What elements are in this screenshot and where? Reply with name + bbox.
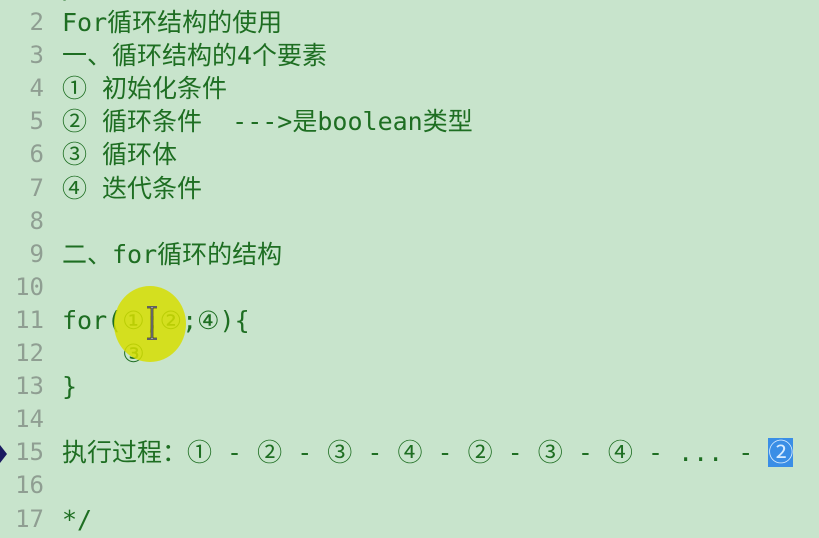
line-number: 5 [29, 107, 44, 136]
line-text[interactable]: ③ 循环体 [62, 138, 177, 171]
code-line[interactable]: 16 [0, 469, 819, 502]
code-line[interactable]: 7 ④ 迭代条件 [0, 172, 819, 205]
line-content: ③ 循环体 [62, 140, 178, 170]
line-content: /* [62, 0, 92, 4]
line-number: 6 [29, 140, 44, 169]
line-number: 14 [15, 405, 44, 434]
line-text[interactable]: ① 初始化条件 [62, 72, 227, 105]
code-line[interactable]: 14 [0, 403, 819, 436]
code-line[interactable]: 3 一、循环结构的4个要素 [0, 39, 819, 72]
code-line[interactable]: 2 For循环结构的使用 [0, 6, 819, 39]
line-number: 12 [15, 339, 44, 368]
line-number: 7 [29, 173, 44, 202]
line-number: 17 [15, 504, 44, 533]
line-number: 4 [29, 74, 44, 103]
code-editor[interactable]: 1/*2For循环结构的使用3一、循环结构的4个要素4① 初始化条件5② 循环条… [0, 0, 819, 536]
code-line[interactable]: 4 ① 初始化条件 [0, 72, 819, 105]
line-number: 2 [29, 8, 44, 37]
line-content: ① 初始化条件 [62, 74, 228, 104]
line-content: 一、循环结构的4个要素 [62, 41, 328, 71]
code-line[interactable]: 15 执行过程：① - ② - ③ - ④ - ② - ③ - ④ - ... -… [0, 436, 819, 469]
line-content: For循环结构的使用 [62, 8, 283, 38]
line-text[interactable]: ④ 迭代条件 [62, 172, 202, 205]
line-text[interactable]: 二、for循环的结构 [62, 238, 282, 271]
line-number: 8 [29, 206, 44, 235]
line-number: 10 [15, 272, 44, 301]
line-text[interactable]: 一、循环结构的4个要素 [62, 39, 327, 72]
current-line-marker-icon [0, 445, 7, 463]
code-line[interactable]: 17 */ [0, 503, 819, 536]
line-content: ② 循环条件 --->是boolean类型 [62, 107, 473, 137]
line-text[interactable]: For循环结构的使用 [62, 6, 282, 39]
line-content: 二、for循环的结构 [62, 239, 283, 269]
code-line[interactable]: 13} [0, 370, 819, 403]
code-line[interactable]: 8 [0, 205, 819, 238]
line-number: 3 [29, 41, 44, 70]
line-text[interactable]: ② 循环条件 --->是boolean类型 [62, 105, 473, 138]
selected-text[interactable]: ② [768, 438, 794, 468]
code-line[interactable]: 5 ② 循环条件 --->是boolean类型 [0, 105, 819, 138]
line-content: ④ 迭代条件 [62, 173, 203, 203]
code-line[interactable]: 6 ③ 循环体 [0, 138, 819, 171]
line-number: 16 [15, 471, 44, 500]
line-content: } [62, 372, 78, 402]
line-text[interactable]: */ [62, 503, 92, 536]
line-number: 9 [29, 239, 44, 268]
line-content: 执行过程：① - ② - ③ - ④ - ② - ③ - ④ - ... - [62, 438, 769, 468]
line-number: 11 [15, 305, 44, 334]
text-cursor-icon [147, 306, 157, 340]
line-text[interactable]: 执行过程：① - ② - ③ - ④ - ② - ③ - ④ - ... - ② [62, 436, 794, 469]
line-content: */ [62, 504, 93, 534]
code-line[interactable]: 9 二、for循环的结构 [0, 238, 819, 271]
line-text[interactable]: } [62, 370, 77, 403]
line-number: 13 [15, 372, 44, 401]
